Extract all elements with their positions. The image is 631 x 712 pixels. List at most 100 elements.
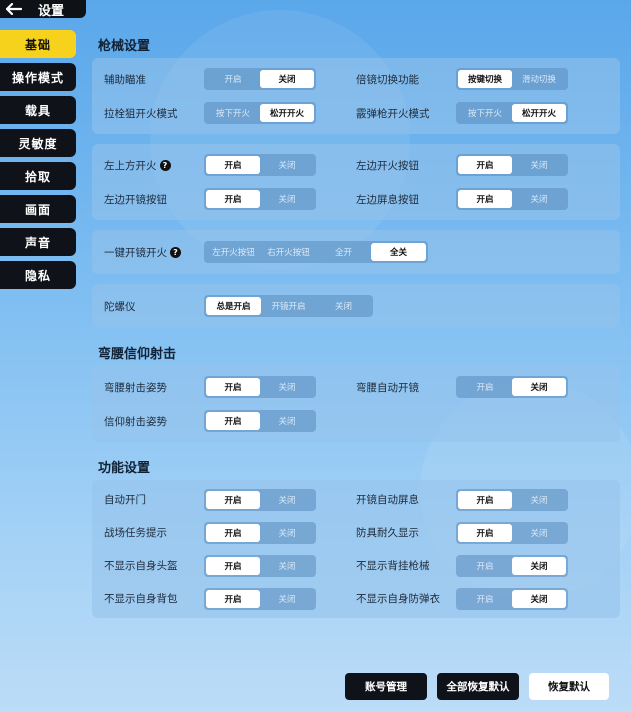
auto-door-on[interactable]: 开启 [206, 490, 260, 509]
hide-backpack-label: 不显示自身背包 [104, 593, 178, 605]
sidebar-item-basic[interactable]: 基础 [0, 30, 76, 58]
footer-actions: 账号管理 全部恢复默认 恢复默认 [345, 673, 609, 700]
scope-breath-off[interactable]: 关闭 [512, 491, 566, 509]
armor-durability-toggle: 开启 关闭 [456, 521, 568, 544]
left-breath-btn-on[interactable]: 开启 [458, 190, 512, 208]
back-arrow-icon[interactable] [0, 0, 28, 18]
gyro-label: 陀螺仪 [104, 300, 136, 313]
bolt-fire-toggle: 按下开火 松开开火 [204, 102, 316, 124]
sidebar-item-sensitivity[interactable]: 灵敏度 [0, 129, 76, 157]
shotgun-fire-release[interactable]: 松开开火 [512, 104, 566, 122]
top-left-fire-toggle: 开启 关闭 [204, 154, 316, 176]
faith-pose-on[interactable]: 开启 [206, 412, 260, 430]
faith-pose-off[interactable]: 关闭 [260, 412, 314, 430]
hip-pose-on[interactable]: 开启 [206, 378, 260, 396]
hide-helmet-label: 不显示自身头盔 [104, 560, 178, 572]
hide-back-gun-on[interactable]: 开启 [458, 557, 512, 575]
sidebar-item-graphics[interactable]: 画面 [0, 195, 76, 223]
faith-pose-toggle: 开启 关闭 [204, 410, 316, 432]
panel-hip: 弯腰射击姿势 开启 关闭 弯腰自动开镜 开启 关闭 信仰射击姿势 开启 关闭 [92, 366, 620, 442]
sidebar-item-pickup[interactable]: 拾取 [0, 162, 76, 190]
aim-assist-on[interactable]: 开启 [206, 70, 260, 88]
left-fire-btn-on[interactable]: 开启 [458, 156, 512, 174]
scope-breath-toggle: 开启 关闭 [456, 488, 568, 511]
one-key-scope-left[interactable]: 左开火按钮 [206, 243, 261, 261]
aim-assist-off[interactable]: 关闭 [260, 70, 314, 88]
left-breath-btn-toggle: 开启 关闭 [456, 188, 568, 210]
left-fire-btn-label: 左边开火按钮 [356, 159, 419, 172]
gyro-always[interactable]: 总是开启 [206, 297, 261, 315]
bolt-fire-label: 拉栓狙开火模式 [104, 107, 178, 120]
left-scope-btn-on[interactable]: 开启 [206, 190, 260, 208]
left-breath-btn-off[interactable]: 关闭 [512, 190, 566, 208]
panel-gun-modes: 辅助瞄准 开启 关闭 倍镜切换功能 按键切换 滑动切换 拉栓狙开火模式 按下开火 [92, 58, 620, 134]
hip-auto-scope-label: 弯腰自动开镜 [356, 381, 419, 394]
scope-breath-label: 开镜自动屏息 [356, 494, 419, 506]
armor-durability-on[interactable]: 开启 [458, 523, 512, 542]
auto-door-toggle: 开启 关闭 [204, 488, 316, 511]
hip-auto-scope-on[interactable]: 开启 [458, 378, 512, 396]
faith-pose-label: 信仰射击姿势 [104, 415, 167, 428]
sidebar-item-sound[interactable]: 声音 [0, 228, 76, 256]
hip-auto-scope-toggle: 开启 关闭 [456, 376, 568, 398]
hide-helmet-on[interactable]: 开启 [206, 556, 260, 575]
left-fire-btn-off[interactable]: 关闭 [512, 156, 566, 174]
left-fire-btn-toggle: 开启 关闭 [456, 154, 568, 176]
bolt-fire-press[interactable]: 按下开火 [206, 104, 260, 122]
gyro-scope[interactable]: 开镜开启 [261, 297, 316, 315]
scope-switch-toggle: 按键切换 滑动切换 [456, 68, 568, 90]
shotgun-fire-label: 霰弹枪开火模式 [356, 107, 430, 120]
scope-breath-on[interactable]: 开启 [458, 490, 512, 509]
bolt-fire-release[interactable]: 松开开火 [260, 104, 314, 122]
left-scope-btn-label: 左边开镜按钮 [104, 193, 167, 206]
help-icon[interactable]: ? [159, 159, 171, 171]
top-left-fire-label: 左上方开火? [104, 158, 204, 173]
aim-assist-label: 辅助瞄准 [104, 73, 146, 86]
scope-switch-label: 倍镜切换功能 [356, 73, 419, 86]
panel-gyro: 陀螺仪 总是开启 开镜开启 关闭 [92, 284, 620, 328]
hide-backpack-off[interactable]: 关闭 [260, 590, 314, 608]
top-left-fire-on[interactable]: 开启 [206, 156, 260, 174]
mission-tip-label: 战场任务提示 [104, 527, 167, 539]
gyro-toggle: 总是开启 开镜开启 关闭 [204, 295, 373, 317]
hide-back-gun-off[interactable]: 关闭 [512, 556, 566, 575]
account-manage-button[interactable]: 账号管理 [345, 673, 427, 700]
hide-backpack-on[interactable]: 开启 [206, 589, 260, 608]
sidebar-item-control-mode[interactable]: 操作模式 [0, 63, 76, 91]
hip-auto-scope-off[interactable]: 关闭 [512, 378, 566, 396]
mission-tip-off[interactable]: 关闭 [260, 524, 314, 542]
reset-default-button[interactable]: 恢复默认 [529, 673, 609, 700]
panel-func: 自动开门 开启 关闭 开镜自动屏息 开启 关闭 战场任务提示 开启 关闭 防具耐… [92, 480, 620, 618]
scope-switch-slide[interactable]: 滑动切换 [512, 70, 566, 88]
mission-tip-toggle: 开启 关闭 [204, 521, 316, 544]
sidebar-item-privacy[interactable]: 隐私 [0, 261, 76, 289]
top-left-fire-text: 左上方开火 [104, 159, 157, 172]
hip-pose-off[interactable]: 关闭 [260, 378, 314, 396]
settings-content: 枪械设置 辅助瞄准 开启 关闭 倍镜切换功能 按键切换 滑动切换 拉栓狙开火模式 [92, 30, 620, 628]
section-title-hip: 弯腰信仰射击 [98, 346, 177, 362]
one-key-scope-all-on[interactable]: 全开 [316, 243, 371, 261]
hide-vest-toggle: 开启 关闭 [456, 587, 568, 610]
help-icon[interactable]: ? [170, 246, 181, 258]
hide-vest-off[interactable]: 关闭 [512, 589, 566, 608]
one-key-scope-text: 一键开镜开火 [104, 246, 167, 259]
armor-durability-off[interactable]: 关闭 [512, 524, 566, 542]
reset-all-button[interactable]: 全部恢复默认 [437, 673, 519, 700]
panel-fire-buttons: 左上方开火? 开启 关闭 左边开火按钮 开启 关闭 左边开镜按钮 开启 关闭 左… [92, 144, 620, 220]
one-key-scope-all-off[interactable]: 全关 [371, 243, 426, 261]
hide-helmet-off[interactable]: 关闭 [260, 557, 314, 575]
scope-switch-key[interactable]: 按键切换 [458, 70, 512, 88]
top-left-fire-off[interactable]: 关闭 [260, 156, 314, 174]
hide-vest-on[interactable]: 开启 [458, 590, 512, 608]
panel-one-key-scope: 一键开镜开火? 左开火按钮 右开火按钮 全开 全关 [92, 230, 620, 274]
shotgun-fire-press[interactable]: 按下开火 [458, 104, 512, 122]
hide-back-gun-label: 不显示背挂枪械 [356, 560, 430, 572]
top-bar: 设置 [0, 0, 86, 19]
left-scope-btn-off[interactable]: 关闭 [260, 190, 314, 208]
auto-door-off[interactable]: 关闭 [260, 491, 314, 509]
mission-tip-on[interactable]: 开启 [206, 523, 260, 542]
one-key-scope-right[interactable]: 右开火按钮 [261, 243, 316, 261]
gyro-off[interactable]: 关闭 [316, 297, 371, 315]
sidebar-item-vehicle[interactable]: 载具 [0, 96, 76, 124]
hip-pose-toggle: 开启 关闭 [204, 376, 316, 398]
